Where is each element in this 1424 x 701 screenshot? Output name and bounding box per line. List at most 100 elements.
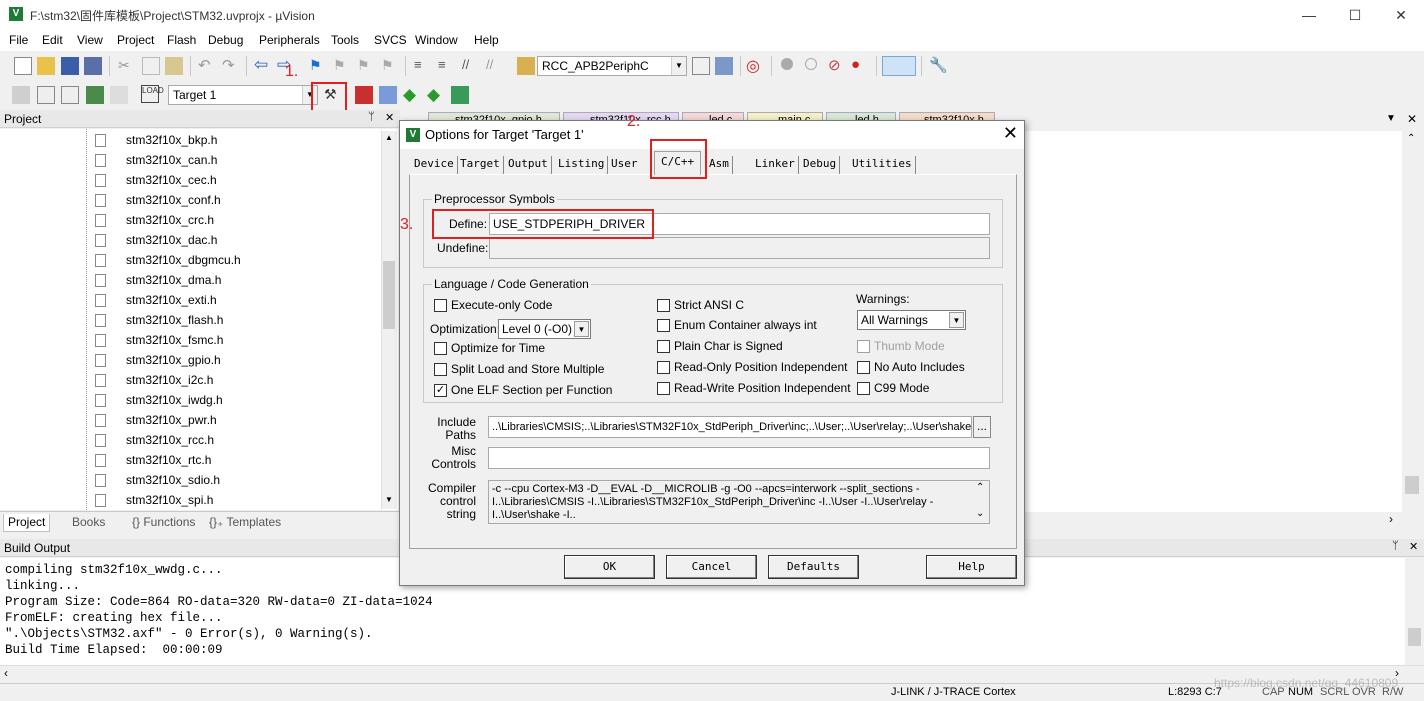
tab-books[interactable]: Books <box>68 514 109 532</box>
undefine-field[interactable] <box>489 237 990 259</box>
close-panel-icon[interactable]: ✕ <box>385 111 394 124</box>
include-paths-field[interactable]: ..\Libraries\CMSIS;..\Libraries\STM32F10… <box>488 416 972 438</box>
ok-button[interactable]: OK <box>564 555 655 579</box>
build-icon[interactable] <box>37 86 55 104</box>
tab-target[interactable]: Target <box>457 156 504 174</box>
bookmark-icon[interactable]: ⚑ <box>309 57 327 75</box>
copy-icon[interactable] <box>142 57 160 75</box>
tab-user[interactable]: User <box>608 156 641 174</box>
compiler-control-field[interactable]: -c --cpu Cortex-M3 -D__EVAL -D__MICROLIB… <box>488 480 990 524</box>
breakpoint-icon[interactable] <box>781 58 793 70</box>
c99-mode-checkbox[interactable] <box>857 382 870 395</box>
navigate-back-icon[interactable]: ⇦ <box>254 55 272 74</box>
find-in-files-icon[interactable] <box>517 57 535 75</box>
function-combo[interactable]: RCC_APB2PeriphC ▼ <box>537 56 687 76</box>
menu-edit[interactable]: Edit <box>42 33 63 47</box>
close-panel-icon[interactable]: ✕ <box>1409 540 1418 553</box>
manage-rte-icon[interactable]: ◆ <box>403 85 421 104</box>
manage-project-items-icon[interactable] <box>355 86 373 104</box>
incremental-find-icon[interactable] <box>715 57 733 75</box>
uncomment-icon[interactable]: // <box>486 57 504 75</box>
tab-asm[interactable]: Asm <box>706 156 733 174</box>
editor-scrollbar[interactable]: ⌃ <box>1403 131 1421 513</box>
editor-scrollbar-thumb[interactable] <box>1405 476 1419 494</box>
tab-debug[interactable]: Debug <box>800 156 841 174</box>
menu-svcs[interactable]: SVCS <box>374 33 407 47</box>
paste-icon[interactable] <box>165 57 183 75</box>
select-software-packs-icon[interactable] <box>451 86 469 104</box>
rebuild-icon[interactable] <box>61 86 79 104</box>
chevron-down-icon[interactable]: ▼ <box>574 321 589 337</box>
prev-bookmark-icon[interactable]: ⚑ <box>333 57 351 75</box>
scroll-down-icon[interactable]: ⌄ <box>976 508 984 519</box>
undo-icon[interactable]: ↶ <box>198 56 216 74</box>
optimization-combo[interactable]: Level 0 (-O0) ▼ <box>498 319 591 339</box>
no-auto-includes-checkbox[interactable] <box>857 361 870 374</box>
disable-all-breakpoints-icon[interactable]: ⊘ <box>828 56 846 74</box>
build-scrollbar-thumb[interactable] <box>1408 628 1421 646</box>
tab-list-chevron-icon[interactable]: ▼ <box>1386 113 1396 124</box>
tree-scrollbar-thumb[interactable] <box>383 261 395 329</box>
clear-bookmarks-icon[interactable]: ⚑ <box>381 57 399 75</box>
tab-linker[interactable]: Linker <box>752 156 799 174</box>
rw-pi-checkbox[interactable] <box>657 382 670 395</box>
stop-build-icon[interactable] <box>110 86 128 104</box>
browse-include-paths-button[interactable]: ... <box>973 416 991 438</box>
editor-hscrollbar[interactable]: › <box>1020 512 1420 530</box>
unindent-icon[interactable]: ≡ <box>438 57 456 75</box>
scroll-right-icon[interactable]: › <box>1389 512 1393 526</box>
build-output-scrollbar[interactable] <box>1405 558 1424 665</box>
optimize-time-checkbox[interactable] <box>434 342 447 355</box>
tab-cc[interactable]: C/C++ <box>654 151 702 175</box>
kill-breakpoints-icon[interactable]: ● <box>851 56 869 74</box>
menu-debug[interactable]: Debug <box>208 33 243 47</box>
ro-pi-checkbox[interactable] <box>657 361 670 374</box>
next-bookmark-icon[interactable]: ⚑ <box>357 57 375 75</box>
pin-icon[interactable]: ᛘ <box>368 111 375 123</box>
new-file-icon[interactable] <box>14 57 32 75</box>
indent-icon[interactable]: ≡ <box>414 57 432 75</box>
open-folder-icon[interactable] <box>37 57 55 75</box>
disable-breakpoint-icon[interactable] <box>805 58 817 70</box>
misc-controls-field[interactable] <box>488 447 990 469</box>
strict-ansi-checkbox[interactable] <box>657 299 670 312</box>
one-elf-checkbox[interactable]: ✓ <box>434 384 447 397</box>
redo-icon[interactable]: ↷ <box>222 56 240 74</box>
debug-session-icon[interactable]: ◎ <box>746 56 764 75</box>
target-combo[interactable]: Target 1 ▼ <box>168 85 318 105</box>
maximize-button[interactable]: ☐ <box>1332 0 1378 30</box>
plain-char-checkbox[interactable] <box>657 340 670 353</box>
save-icon[interactable] <box>61 57 79 75</box>
menu-view[interactable]: View <box>77 33 103 47</box>
dialog-close-button[interactable]: ✕ <box>1003 123 1018 144</box>
scroll-down-icon[interactable]: ▼ <box>385 495 393 504</box>
warnings-combo[interactable]: All Warnings ▼ <box>857 310 966 330</box>
tab-utilities[interactable]: Utilities <box>849 156 916 174</box>
pack-installer-icon[interactable]: ◆ <box>427 85 445 104</box>
tab-output[interactable]: Output <box>505 156 552 174</box>
select-packs-icon[interactable] <box>379 86 397 104</box>
find-icon[interactable] <box>692 57 710 75</box>
scroll-up-icon[interactable]: ⌃ <box>976 482 984 493</box>
cut-icon[interactable]: ✂ <box>118 57 136 75</box>
menu-flash[interactable]: Flash <box>167 33 196 47</box>
menu-file[interactable]: File <box>9 33 28 47</box>
close-button[interactable]: ✕ <box>1378 0 1424 30</box>
tab-functions[interactable]: {} Functions <box>128 514 199 532</box>
download-icon[interactable]: LOAD <box>141 85 164 103</box>
help-button[interactable]: Help <box>926 555 1017 579</box>
configure-tools-icon[interactable]: 🔧 <box>929 56 948 74</box>
menu-window[interactable]: Window <box>415 33 458 47</box>
chevron-down-icon[interactable]: ▼ <box>949 312 964 328</box>
tab-templates[interactable]: {}₊ Templates <box>205 514 285 532</box>
comment-icon[interactable]: // <box>462 57 480 75</box>
pin-icon[interactable]: ᛘ <box>1392 540 1399 552</box>
close-tab-icon[interactable]: ✕ <box>1407 112 1417 126</box>
batch-build-icon[interactable] <box>86 86 104 104</box>
scroll-up-icon[interactable]: ▲ <box>385 133 393 142</box>
tab-project[interactable]: Project <box>3 514 51 532</box>
tab-device[interactable]: Device <box>411 156 458 174</box>
split-load-checkbox[interactable] <box>434 363 447 376</box>
thumb-mode-checkbox[interactable] <box>857 340 870 353</box>
chevron-down-icon[interactable]: ▼ <box>671 57 686 75</box>
